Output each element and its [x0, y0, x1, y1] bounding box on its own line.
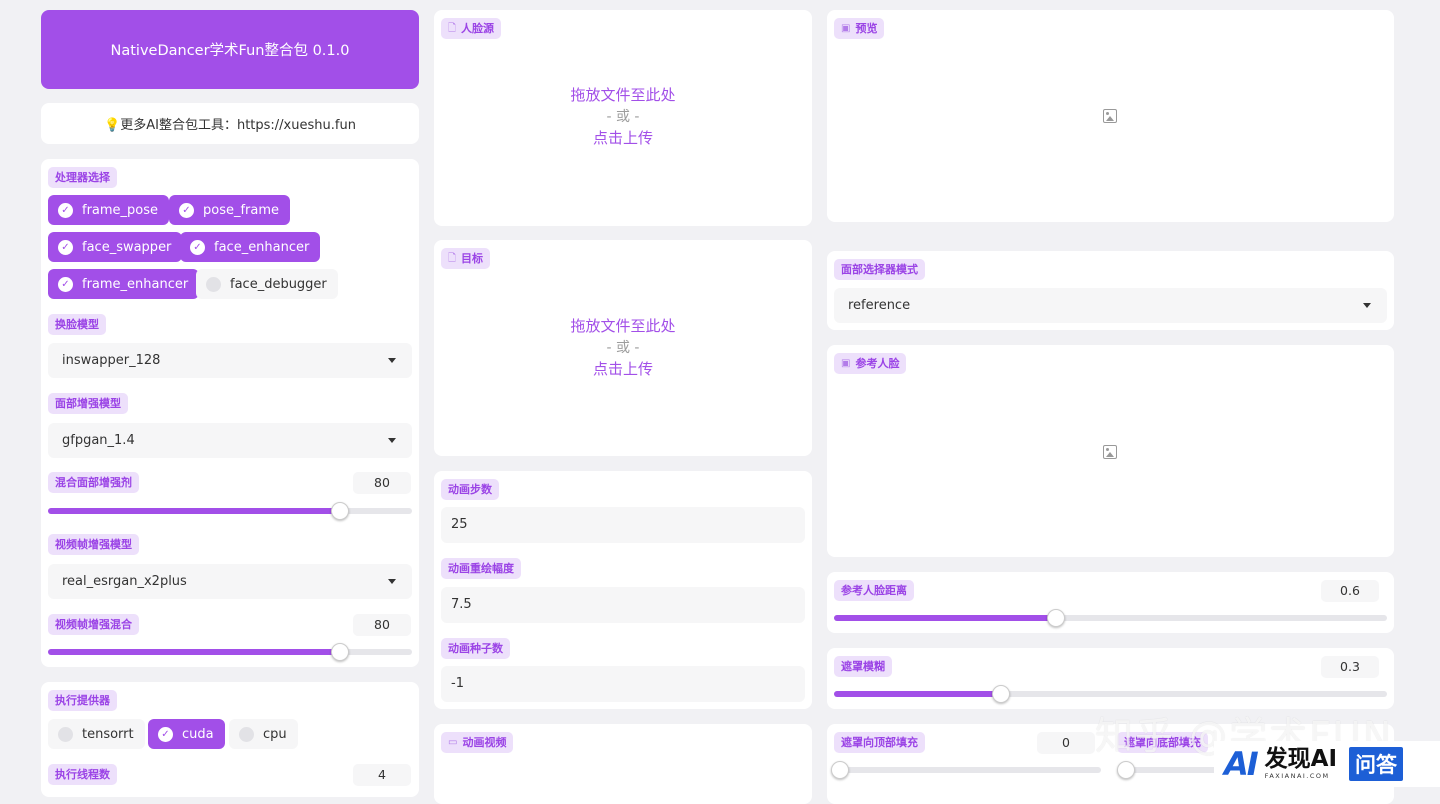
dropdown-arrow-icon [388, 438, 396, 443]
slider-handle[interactable] [1047, 609, 1066, 627]
anim-repaint-input[interactable]: 7.5 [441, 587, 805, 623]
faxianai-watermark: AI 发现AI FAXIANAI.COM 问答 [1214, 741, 1440, 787]
mask-padding-top-slider[interactable] [831, 757, 1101, 783]
unchecked-icon [206, 276, 221, 292]
anim-seed-input[interactable]: -1 [441, 666, 805, 702]
video-icon: ▭ [448, 737, 458, 748]
file-icon: 🗋 [448, 253, 457, 264]
frame-enhancer-blend-input[interactable]: 80 [353, 614, 411, 636]
preview-panel: ▣ 预览 [827, 10, 1394, 222]
slider-handle[interactable] [991, 685, 1010, 703]
target-upload[interactable]: 🗋 目标 拖放文件至此处 - 或 - 点击上传 [434, 240, 812, 456]
slider-handle[interactable] [331, 643, 350, 661]
image-placeholder-icon [1103, 109, 1117, 123]
slider-handle[interactable] [331, 502, 350, 520]
ai-logo-icon: AI [1224, 745, 1259, 783]
anim-video-label: ▭ 动画视频 [441, 732, 514, 753]
reference-distance-slider[interactable] [834, 605, 1387, 631]
image-icon: ▣ [841, 358, 851, 369]
reference-face-label: ▣ 参考人脸 [834, 353, 907, 374]
face-selector-mode-select[interactable]: reference [834, 288, 1387, 323]
mask-blur-slider[interactable] [834, 681, 1387, 707]
execution-providers-label: 执行提供器 [48, 690, 117, 711]
unchecked-icon [239, 726, 254, 742]
dropdown-arrow-icon [1363, 303, 1371, 308]
mask-padding-top-label: 遮罩向顶部填充 [834, 732, 925, 753]
info-text: 💡更多AI整合包工具：https://xueshu.fun [104, 118, 356, 133]
check-icon: ✓ [58, 202, 73, 218]
face-swapper-model-label: 换脸模型 [48, 314, 106, 335]
mask-blur-input[interactable]: 0.3 [1321, 656, 1379, 678]
check-icon: ✓ [179, 202, 194, 218]
anim-steps-label: 动画步数 [441, 479, 499, 500]
slider-handle[interactable] [831, 761, 849, 779]
provider-cuda[interactable]: ✓ cuda [148, 719, 225, 749]
dropdown-arrow-icon [388, 358, 396, 363]
face-enhancer-blend-slider[interactable] [48, 498, 412, 524]
dropdown-arrow-icon [388, 579, 396, 584]
brand-domain: FAXIANAI.COM [1264, 772, 1330, 781]
check-icon: ✓ [58, 276, 73, 292]
execution-threads-label: 执行线程数 [48, 764, 117, 785]
animation-panel: 动画步数 25 动画重绘幅度 7.5 动画种子数 -1 [434, 471, 812, 709]
execution-threads-input[interactable]: 4 [353, 764, 411, 786]
mask-padding-top-input[interactable]: 0 [1037, 732, 1095, 754]
frame-enhancer-blend-slider[interactable] [48, 639, 412, 665]
frame-enhancer-model-select[interactable]: real_esrgan_x2plus [48, 564, 412, 599]
anim-seed-label: 动画种子数 [441, 638, 510, 659]
anim-steps-input[interactable]: 25 [441, 507, 805, 543]
reference-face-panel: ▣ 参考人脸 [827, 345, 1394, 557]
processor-face-swapper[interactable]: ✓ face_swapper [48, 232, 183, 262]
app-header: NativeDancer学术Fun整合包 0.1.0 [41, 10, 419, 89]
processor-face-enhancer[interactable]: ✓ face_enhancer [180, 232, 321, 262]
reference-distance-input[interactable]: 0.6 [1321, 580, 1379, 602]
unchecked-icon [58, 726, 73, 742]
face-enhancer-blend-label: 混合面部增强剂 [48, 472, 139, 493]
check-icon: ✓ [158, 726, 173, 742]
preview-label: ▣ 预览 [834, 18, 885, 39]
frame-enhancer-blend-label: 视频帧增强混合 [48, 614, 139, 635]
slider-handle[interactable] [1117, 761, 1135, 779]
processor-frame-pose[interactable]: ✓ frame_pose [48, 195, 170, 225]
anim-video-panel: ▭ 动画视频 [434, 724, 812, 804]
source-upload[interactable]: 🗋 人脸源 拖放文件至此处 - 或 - 点击上传 [434, 10, 812, 226]
face-enhancer-blend-input[interactable]: 80 [353, 472, 411, 494]
processors-label: 处理器选择 [48, 167, 117, 188]
face-enhancer-model-select[interactable]: gfpgan_1.4 [48, 423, 412, 458]
mask-blur-label: 遮罩模糊 [834, 656, 892, 677]
app-title: NativeDancer学术Fun整合包 0.1.0 [110, 43, 350, 59]
face-swapper-model-select[interactable]: inswapper_128 [48, 343, 412, 378]
face-selector-panel: 面部选择器模式 reference [827, 251, 1394, 330]
reference-distance-panel: 参考人脸距离 0.6 [827, 572, 1394, 633]
frame-enhancer-model-label: 视频帧增强模型 [48, 534, 139, 555]
face-enhancer-model-label: 面部增强模型 [48, 393, 128, 414]
check-icon: ✓ [58, 239, 73, 255]
processor-pose-frame[interactable]: ✓ pose_frame [169, 195, 291, 225]
provider-cpu[interactable]: cpu [229, 719, 298, 749]
image-icon: ▣ [841, 23, 851, 34]
target-label: 🗋 目标 [441, 248, 491, 269]
info-banner: 💡更多AI整合包工具：https://xueshu.fun [41, 103, 419, 144]
source-label: 🗋 人脸源 [441, 18, 502, 39]
execution-panel: 执行提供器 tensorrt ✓ cuda cpu 执行线程数 4 [41, 682, 419, 797]
processor-frame-enhancer[interactable]: ✓ frame_enhancer [48, 269, 200, 299]
image-placeholder-icon [1103, 445, 1117, 459]
file-icon: 🗋 [448, 23, 457, 34]
target-dropzone[interactable]: 拖放文件至此处 - 或 - 点击上传 [434, 316, 812, 381]
brand-name: 发现AI [1264, 746, 1338, 773]
mask-blur-panel: 遮罩模糊 0.3 [827, 648, 1394, 709]
reference-distance-label: 参考人脸距离 [834, 580, 914, 601]
provider-tensorrt[interactable]: tensorrt [48, 719, 145, 749]
face-selector-mode-label: 面部选择器模式 [834, 259, 925, 280]
qa-badge: 问答 [1349, 747, 1404, 781]
processor-face-debugger[interactable]: face_debugger [196, 269, 338, 299]
source-dropzone[interactable]: 拖放文件至此处 - 或 - 点击上传 [434, 85, 812, 150]
anim-repaint-label: 动画重绘幅度 [441, 558, 521, 579]
settings-panel: 处理器选择 ✓ frame_pose ✓ pose_frame ✓ face_swap… [41, 159, 419, 667]
check-icon: ✓ [190, 239, 205, 255]
